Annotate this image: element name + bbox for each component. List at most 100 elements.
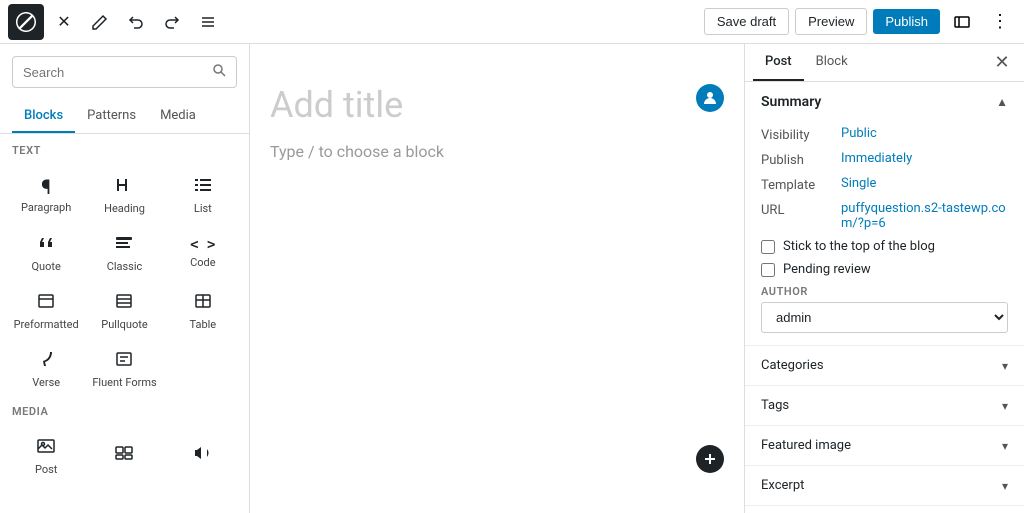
editor-inner: Add title Type / to choose a block	[270, 84, 724, 161]
block-item-paragraph[interactable]: ¶ Paragraph	[8, 165, 84, 221]
block-item-list[interactable]: List	[165, 165, 241, 221]
url-value[interactable]: puffyquestion.s2-tastewp.com/?p=6	[841, 201, 1008, 231]
visibility-label: Visibility	[761, 126, 841, 143]
more-options-button[interactable]: ⋮	[984, 6, 1016, 38]
avatar	[696, 84, 724, 112]
edit-icon-button[interactable]	[84, 6, 116, 38]
quote-label: Quote	[31, 260, 60, 273]
pending-review-label: Pending review	[783, 262, 871, 277]
publish-row-label: Publish	[761, 151, 841, 168]
right-panel: Post Block ✕ Summary ▲ Visibility Public…	[744, 44, 1024, 513]
block-item-classic[interactable]: Classic	[86, 223, 162, 279]
featured-image-title: Featured image	[761, 438, 851, 453]
template-value[interactable]: Single	[841, 176, 876, 191]
list-icon	[193, 175, 213, 198]
editor-content-placeholder[interactable]: Type / to choose a block	[270, 142, 724, 161]
main-layout: Blocks Patterns Media TEXT ¶ Paragraph H…	[0, 44, 1024, 513]
fluent-forms-icon	[114, 349, 134, 372]
right-tab-block[interactable]: Block	[804, 44, 860, 81]
tags-title: Tags	[761, 398, 789, 413]
classic-label: Classic	[107, 260, 143, 273]
pullquote-icon	[114, 291, 134, 314]
heading-label: Heading	[104, 202, 145, 215]
classic-icon	[114, 233, 134, 256]
redo-button[interactable]	[156, 6, 188, 38]
left-sidebar: Blocks Patterns Media TEXT ¶ Paragraph H…	[0, 44, 250, 513]
block-item-table[interactable]: Table	[165, 281, 241, 337]
block-item-code[interactable]: < > Code	[165, 223, 241, 279]
tags-section: Tags ▾	[745, 386, 1024, 426]
wp-logo-button[interactable]	[8, 4, 44, 40]
code-icon: < >	[190, 238, 215, 252]
close-panel-button[interactable]: ✕	[988, 49, 1016, 77]
fluent-forms-label: Fluent Forms	[92, 376, 156, 389]
excerpt-title: Excerpt	[761, 478, 804, 493]
save-draft-button[interactable]: Save draft	[704, 8, 789, 35]
summary-header[interactable]: Summary ▲	[745, 82, 1024, 122]
block-item-quote[interactable]: Quote	[8, 223, 84, 279]
summary-title: Summary	[761, 94, 821, 110]
undo-button[interactable]	[120, 6, 152, 38]
add-block-button[interactable]	[696, 445, 724, 473]
visibility-value[interactable]: Public	[841, 126, 877, 141]
block-item-image[interactable]: Post	[8, 426, 84, 482]
image-icon	[36, 436, 56, 459]
pullquote-label: Pullquote	[101, 318, 147, 331]
block-item-heading[interactable]: Heading	[86, 165, 162, 221]
editor-title[interactable]: Add title	[270, 84, 724, 126]
search-box	[0, 44, 249, 100]
template-row: Template Single	[761, 176, 1008, 193]
excerpt-section: Excerpt ▾	[745, 466, 1024, 506]
media-blocks-grid: Post	[0, 422, 249, 486]
search-input[interactable]	[23, 65, 206, 80]
image-label: Post	[35, 463, 57, 476]
publish-row-value[interactable]: Immediately	[841, 151, 912, 166]
stick-to-top-label: Stick to the top of the blog	[783, 239, 935, 254]
block-item-pullquote[interactable]: Pullquote	[86, 281, 162, 337]
stick-to-top-row: Stick to the top of the blog	[761, 239, 1008, 254]
paragraph-icon: ¶	[41, 177, 51, 197]
sidebar-tab-patterns[interactable]: Patterns	[75, 100, 148, 133]
url-label: URL	[761, 201, 841, 218]
author-label: AUTHOR	[761, 285, 1008, 298]
list-label: List	[194, 202, 212, 215]
featured-image-section: Featured image ▾	[745, 426, 1024, 466]
block-item-audio[interactable]	[165, 426, 241, 482]
summary-section: Summary ▲ Visibility Public Publish Imme…	[745, 82, 1024, 346]
sidebar-tab-blocks[interactable]: Blocks	[12, 100, 75, 133]
close-button[interactable]: ✕	[48, 6, 80, 38]
block-item-preformatted[interactable]: Preformatted	[8, 281, 84, 337]
settings-button[interactable]	[946, 6, 978, 38]
categories-header[interactable]: Categories ▾	[745, 346, 1024, 385]
sidebar-tab-media[interactable]: Media	[148, 100, 208, 133]
verse-label: Verse	[32, 376, 60, 389]
table-label: Table	[190, 318, 217, 331]
featured-image-header[interactable]: Featured image ▾	[745, 426, 1024, 465]
code-label: Code	[190, 256, 215, 269]
publish-row: Publish Immediately	[761, 151, 1008, 168]
toolbar-right: Save draft Preview Publish ⋮	[704, 6, 1016, 38]
audio-icon	[193, 443, 213, 466]
summary-body: Visibility Public Publish Immediately Te…	[745, 122, 1024, 345]
heading-icon	[114, 175, 134, 198]
preview-button[interactable]: Preview	[795, 8, 867, 35]
publish-button[interactable]: Publish	[873, 9, 940, 34]
right-tab-post[interactable]: Post	[753, 44, 804, 81]
summary-chevron-up-icon: ▲	[996, 95, 1008, 109]
tags-chevron-down-icon: ▾	[1002, 399, 1008, 413]
pending-review-row: Pending review	[761, 262, 1008, 277]
paragraph-label: Paragraph	[21, 201, 71, 214]
block-item-fluent-forms[interactable]: Fluent Forms	[86, 339, 162, 395]
quote-icon	[36, 233, 56, 256]
excerpt-header[interactable]: Excerpt ▾	[745, 466, 1024, 505]
block-item-gallery[interactable]	[86, 426, 162, 482]
author-select[interactable]: admin	[761, 302, 1008, 333]
media-section-label: MEDIA	[0, 399, 249, 422]
stick-to-top-checkbox[interactable]	[761, 240, 775, 254]
pending-review-checkbox[interactable]	[761, 263, 775, 277]
text-section-label: TEXT	[0, 134, 249, 161]
tags-header[interactable]: Tags ▾	[745, 386, 1024, 425]
block-item-verse[interactable]: Verse	[8, 339, 84, 395]
gallery-icon	[114, 443, 134, 466]
list-view-button[interactable]	[192, 6, 224, 38]
